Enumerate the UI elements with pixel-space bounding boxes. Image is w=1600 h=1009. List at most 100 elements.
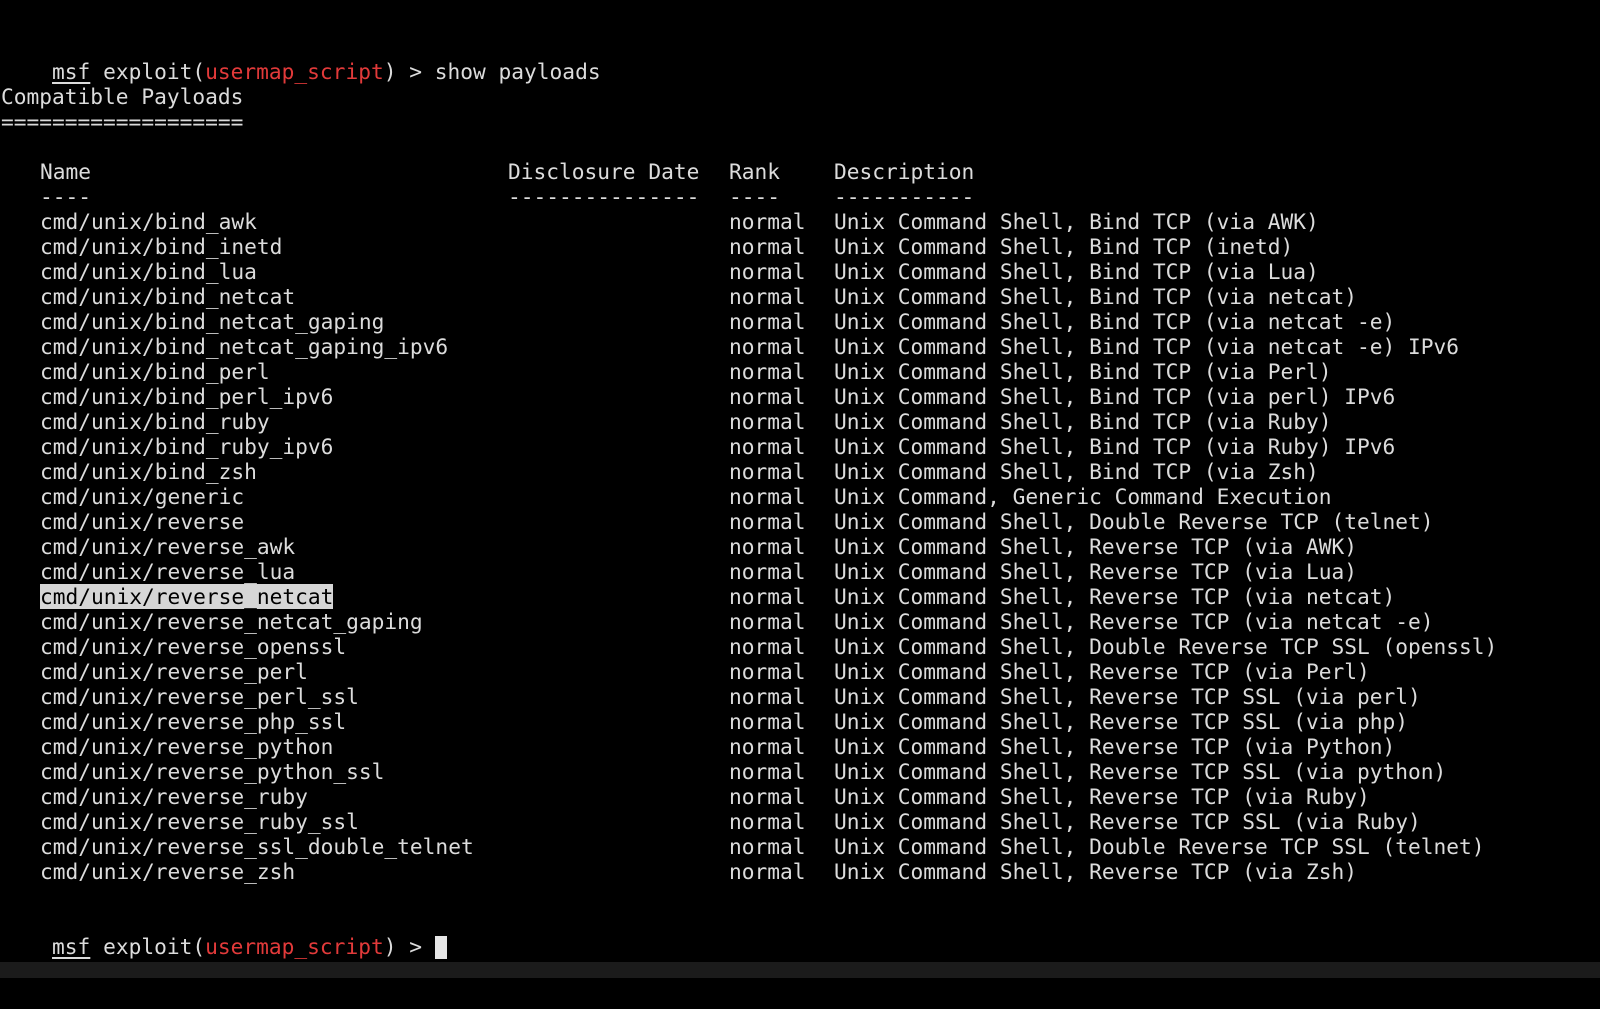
payload-rank: normal [729,784,806,809]
payload-description: Unix Command Shell, Reverse TCP (via net… [834,584,1396,609]
payload-rank: normal [729,684,806,709]
table-row: cmd/unix/generic normal Unix Command, Ge… [1,484,1591,509]
payload-rank: normal [729,834,806,859]
payload-rank: normal [729,484,806,509]
payload-rank: normal [729,709,806,734]
payload-description: Unix Command Shell, Bind TCP (via Ruby) … [834,434,1396,459]
payload-rank: normal [729,634,806,659]
header-name: Name [40,159,92,184]
payload-rank: normal [729,284,806,309]
payload-name[interactable]: cmd/unix/reverse_netcat_gaping [40,609,423,634]
payload-name[interactable]: cmd/unix/reverse_ruby [40,784,308,809]
terminal-window[interactable]: msf exploit(usermap_script) > show paylo… [0,0,1600,962]
table-row: cmd/unix/reverse_python normal Unix Comm… [1,734,1591,759]
payload-name[interactable]: cmd/unix/reverse_php_ssl [40,709,346,734]
payload-rank: normal [729,234,806,259]
payload-description: Unix Command Shell, Reverse TCP SSL (via… [834,709,1409,734]
prompt-suffix: ) > [383,59,435,84]
payload-rank: normal [729,759,806,784]
payload-description: Unix Command Shell, Bind TCP (via Ruby) [834,409,1332,434]
payload-description: Unix Command Shell, Bind TCP (inetd) [834,234,1294,259]
table-row: cmd/unix/reverse_awk normal Unix Command… [1,534,1591,559]
payload-name[interactable]: cmd/unix/reverse_openssl [40,634,346,659]
payload-description: Unix Command Shell, Reverse TCP SSL (via… [834,684,1421,709]
section-title: Compatible Payloads [1,84,244,109]
table-row: cmd/unix/bind_awk normal Unix Command Sh… [1,209,1591,234]
payload-description: Unix Command Shell, Double Reverse TCP (… [834,509,1434,534]
payload-description: Unix Command Shell, Bind TCP (via Lua) [834,259,1319,284]
table-row: cmd/unix/reverse_netcat_gaping normal Un… [1,609,1591,634]
payload-rank: normal [729,334,806,359]
table-row: cmd/unix/bind_ruby normal Unix Command S… [1,409,1591,434]
table-row: cmd/unix/bind_netcat normal Unix Command… [1,284,1591,309]
input-prompt-line[interactable]: msf exploit(usermap_script) > [1,909,447,959]
table-row: cmd/unix/bind_inetd normal Unix Command … [1,234,1591,259]
payload-name[interactable]: cmd/unix/bind_netcat [40,284,295,309]
payload-rank: normal [729,609,806,634]
payload-description: Unix Command Shell, Bind TCP (via perl) … [834,384,1396,409]
payload-description: Unix Command, Generic Command Execution [834,484,1332,509]
payload-name[interactable]: cmd/unix/bind_zsh [40,459,257,484]
table-row: cmd/unix/reverse_perl_ssl normal Unix Co… [1,684,1591,709]
payload-name[interactable]: cmd/unix/reverse_python [40,734,333,759]
payload-rank: normal [729,409,806,434]
prompt-module-name: usermap_script [205,934,384,959]
payload-rank: normal [729,859,806,884]
payload-rank: normal [729,734,806,759]
table-row: cmd/unix/reverse_ruby_ssl normal Unix Co… [1,809,1591,834]
table-row: cmd/unix/reverse_zsh normal Unix Command… [1,859,1591,884]
entered-command: show payloads [434,59,601,84]
payload-rank: normal [729,659,806,684]
table-row: cmd/unix/reverse_perl normal Unix Comman… [1,659,1591,684]
prompt-module-name: usermap_script [205,59,384,84]
prompt-exploit-prefix: exploit( [90,59,206,84]
payload-name[interactable]: cmd/unix/reverse_ruby_ssl [40,809,359,834]
payload-description: Unix Command Shell, Bind TCP (via netcat… [834,284,1357,309]
payload-description: Unix Command Shell, Bind TCP (via Zsh) [834,459,1319,484]
payload-description: Unix Command Shell, Reverse TCP (via Per… [834,659,1370,684]
payload-description: Unix Command Shell, Bind TCP (via netcat… [834,334,1460,359]
payload-description: Unix Command Shell, Reverse TCP (via Lua… [834,559,1357,584]
table-row: cmd/unix/bind_netcat_gaping normal Unix … [1,309,1591,334]
prompt-msf: msf [52,934,91,959]
bottom-bar [0,962,1600,978]
payload-name[interactable]: cmd/unix/reverse_perl [40,659,308,684]
payload-name[interactable]: cmd/unix/reverse_perl_ssl [40,684,359,709]
payload-name[interactable]: cmd/unix/reverse [40,509,244,534]
table-row: cmd/unix/bind_perl normal Unix Command S… [1,359,1591,384]
payload-rank: normal [729,509,806,534]
payload-name[interactable]: cmd/unix/bind_perl [40,359,270,384]
table-row: cmd/unix/reverse_ruby normal Unix Comman… [1,784,1591,809]
table-row: cmd/unix/bind_netcat_gaping_ipv6 normal … [1,334,1591,359]
table-row: cmd/unix/bind_perl_ipv6 normal Unix Comm… [1,384,1591,409]
payload-rank: normal [729,809,806,834]
payload-description: Unix Command Shell, Reverse TCP SSL (via… [834,809,1421,834]
payload-name[interactable]: cmd/unix/reverse_zsh [40,859,295,884]
header-description: Description [834,159,975,184]
payload-rank: normal [729,584,806,609]
payload-name[interactable]: cmd/unix/bind_ruby_ipv6 [40,434,333,459]
payload-name[interactable]: cmd/unix/bind_netcat_gaping_ipv6 [40,334,448,359]
payload-rank: normal [729,309,806,334]
payload-name[interactable]: cmd/unix/reverse_python_ssl [40,759,384,784]
payload-description: Unix Command Shell, Double Reverse TCP S… [834,634,1498,659]
payload-name[interactable]: cmd/unix/generic [40,484,244,509]
payload-name[interactable]: cmd/unix/reverse_lua [40,559,295,584]
payload-description: Unix Command Shell, Bind TCP (via Perl) [834,359,1332,384]
payload-description: Unix Command Shell, Bind TCP (via AWK) [834,209,1319,234]
payload-name[interactable]: cmd/unix/bind_lua [40,259,257,284]
payload-name[interactable]: cmd/unix/bind_inetd [40,234,282,259]
payload-description: Unix Command Shell, Reverse TCP (via AWK… [834,534,1357,559]
payload-name[interactable]: cmd/unix/reverse_awk [40,534,295,559]
payload-description: Unix Command Shell, Reverse TCP SSL (via… [834,759,1447,784]
payload-description: Unix Command Shell, Reverse TCP (via Zsh… [834,859,1357,884]
payload-description: Unix Command Shell, Bind TCP (via netcat… [834,309,1396,334]
payload-name[interactable]: cmd/unix/bind_ruby [40,409,270,434]
header-disclosure-date: Disclosure Date [508,159,700,184]
payload-name[interactable]: cmd/unix/bind_perl_ipv6 [40,384,333,409]
payload-name[interactable]: cmd/unix/bind_awk [40,209,257,234]
table-row: cmd/unix/reverse_ssl_double_telnet norma… [1,834,1591,859]
payload-name-selected[interactable]: cmd/unix/reverse_netcat [40,584,334,609]
payload-name[interactable]: cmd/unix/reverse_ssl_double_telnet [40,834,474,859]
payload-name[interactable]: cmd/unix/bind_netcat_gaping [40,309,384,334]
